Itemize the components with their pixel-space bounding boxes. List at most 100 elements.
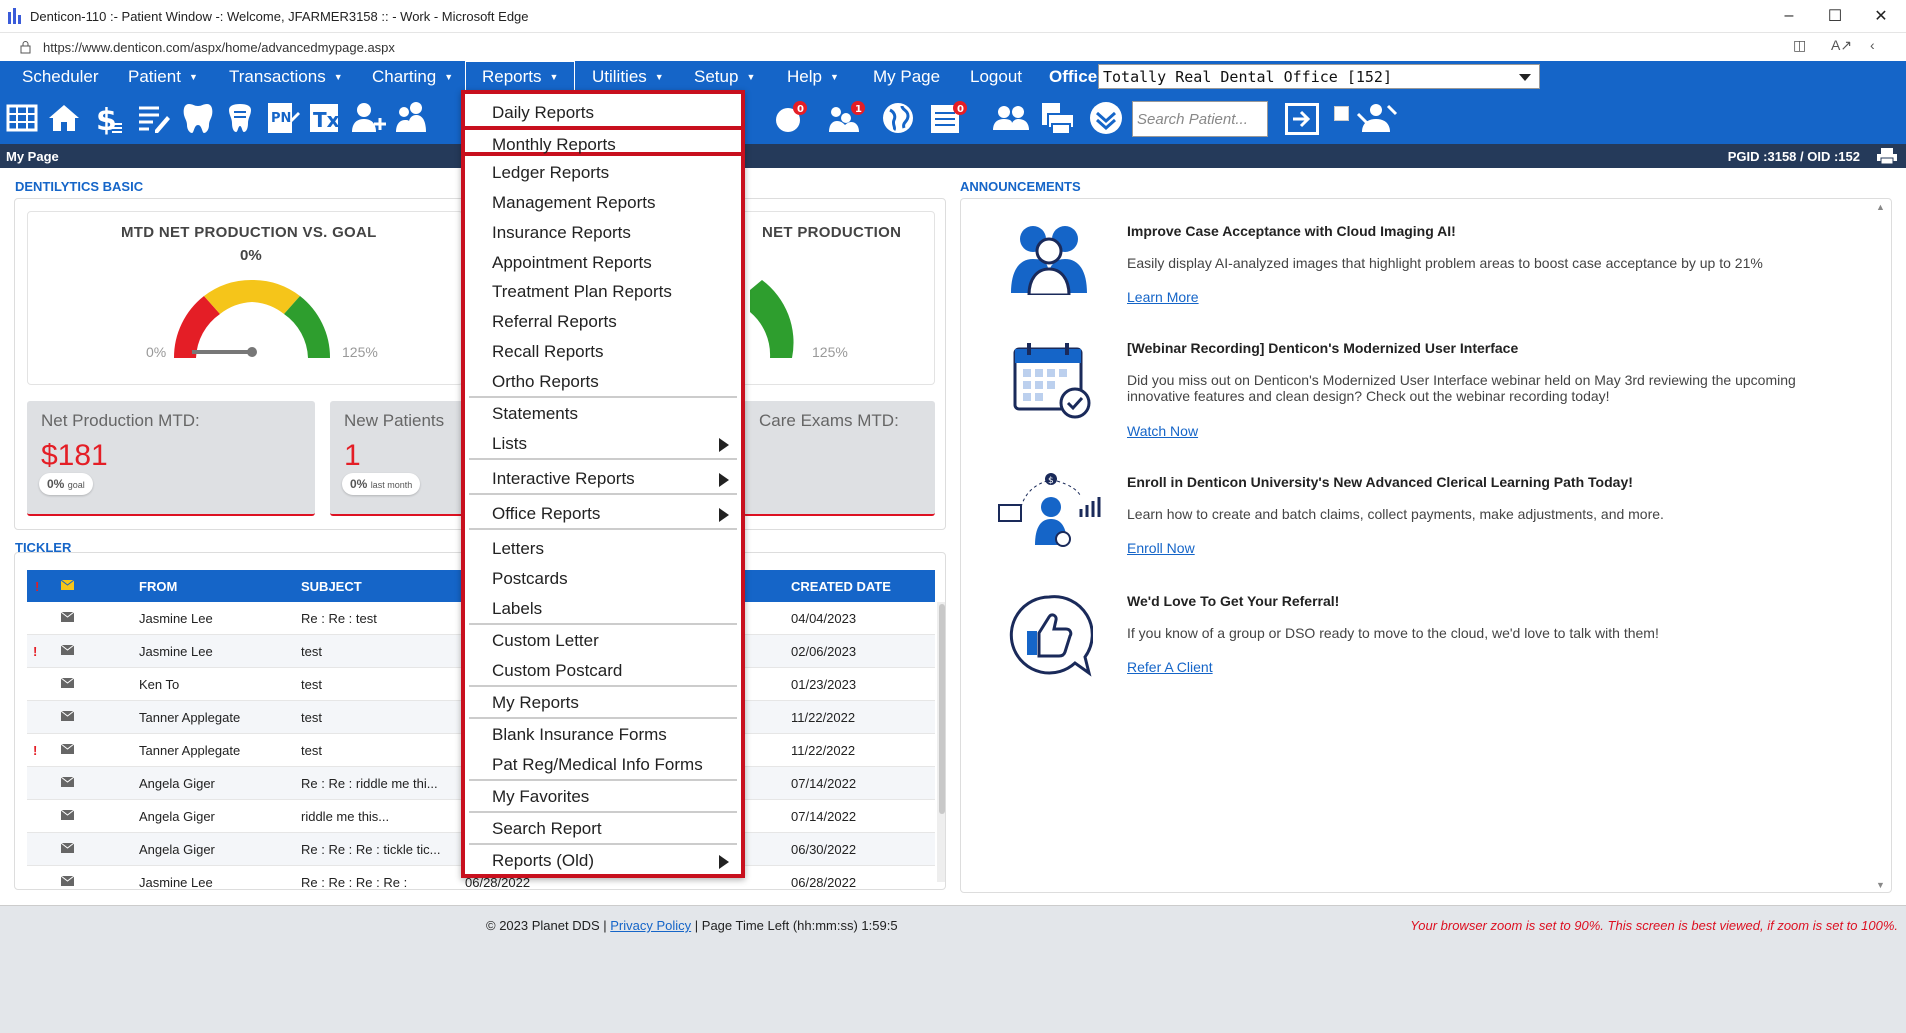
globe-icon[interactable] <box>880 100 916 136</box>
announcements-scrollbar[interactable]: ▲ ▼ <box>1872 200 1890 892</box>
office-select[interactable]: Totally Real Dental Office [152] <box>1098 64 1540 89</box>
menu-label: Help <box>787 66 822 86</box>
gauge-max: 125% <box>342 344 378 360</box>
progress-notes-icon[interactable]: PN <box>264 100 300 136</box>
menu-item-search-report[interactable]: Search Report <box>469 814 737 842</box>
cell-from: Ken To <box>139 677 180 692</box>
enroll-now-link[interactable]: Enroll Now <box>1127 540 1195 556</box>
patient-tools-icon[interactable] <box>1356 100 1398 136</box>
cell-created-date: 11/22/2022 <box>791 743 856 758</box>
maximize-button[interactable]: ☐ <box>1812 0 1858 32</box>
dentilytics-heading: DENTILYTICS BASIC <box>15 179 144 194</box>
privacy-policy-link[interactable]: Privacy Policy <box>610 918 691 933</box>
menu-item-blank-insurance-forms[interactable]: Blank Insurance Forms <box>469 720 737 748</box>
menu-setup[interactable]: Setup ▼ <box>694 61 755 92</box>
menu-item-custom-letter[interactable]: Custom Letter <box>469 626 737 654</box>
edit-list-icon[interactable] <box>136 100 172 136</box>
menu-item-daily-reports[interactable]: Daily Reports <box>469 98 737 126</box>
menu-utilities[interactable]: Utilities ▼ <box>592 61 664 92</box>
col-created-date[interactable]: CREATED DATE <box>791 579 891 594</box>
add-family-icon[interactable] <box>394 100 430 136</box>
schedule-list-icon[interactable]: 0 <box>928 100 967 136</box>
announcement-body: Easily display AI-analyzed images that h… <box>1127 255 1763 271</box>
menu-separator <box>469 396 737 398</box>
menu-item-recall-reports[interactable]: Recall Reports <box>469 337 737 365</box>
envelope-icon <box>61 678 74 688</box>
treatment-icon[interactable]: Tx <box>306 100 342 136</box>
scroll-down-icon[interactable]: ▼ <box>1876 880 1885 890</box>
tickler-scrollbar[interactable] <box>937 602 945 882</box>
tooth-chart-icon[interactable] <box>222 100 258 136</box>
menu-item-label: Ortho Reports <box>492 372 599 391</box>
cell-created-date: 06/28/2022 <box>791 875 857 890</box>
search-go-button[interactable] <box>1283 101 1321 137</box>
scroll-up-icon[interactable]: ▲ <box>1876 202 1885 212</box>
stat-label: Care Exams MTD: <box>759 411 899 430</box>
close-button[interactable]: ✕ <box>1858 0 1904 32</box>
menu-charting[interactable]: Charting ▼ <box>372 61 453 92</box>
menu-item-ledger-reports[interactable]: Ledger Reports <box>469 158 737 186</box>
address-bar[interactable]: https://www.denticon.com/aspx/home/advan… <box>0 32 1906 61</box>
menu-item-pat-reg-forms[interactable]: Pat Reg/Medical Info Forms <box>469 750 737 778</box>
menu-item-insurance-reports[interactable]: Insurance Reports <box>469 218 737 246</box>
cell-from: Jasmine Lee <box>139 644 213 659</box>
menu-item-appointment-reports[interactable]: Appointment Reports <box>469 248 737 276</box>
menu-item-treatment-plan-reports[interactable]: Treatment Plan Reports <box>469 277 737 305</box>
menu-reports[interactable]: Reports ▼ <box>465 61 576 92</box>
read-aloud-icon[interactable]: A↗ <box>1831 37 1852 54</box>
menu-item-statements[interactable]: Statements <box>469 399 737 427</box>
menu-logout[interactable]: Logout <box>970 61 1022 92</box>
menu-my-page[interactable]: My Page <box>873 61 940 92</box>
menu-help[interactable]: Help ▼ <box>787 61 839 92</box>
menu-item-postcards[interactable]: Postcards <box>469 564 737 592</box>
menu-item-ortho-reports[interactable]: Ortho Reports <box>469 367 737 395</box>
tooth-icon[interactable] <box>180 100 216 136</box>
envelope-col-icon[interactable] <box>61 580 74 590</box>
patient-alerts-icon[interactable]: 1 <box>826 100 865 136</box>
menu-item-lists[interactable]: Lists <box>469 429 737 457</box>
menu-item-label: Management Reports <box>492 193 656 212</box>
submenu-arrow-icon <box>719 855 729 869</box>
col-from[interactable]: FROM <box>139 579 177 594</box>
menu-item-my-reports[interactable]: My Reports <box>469 688 737 716</box>
cell-created-date: 07/14/2022 <box>791 809 857 824</box>
dollar-icon[interactable]: $ <box>90 100 126 136</box>
menu-item-referral-reports[interactable]: Referral Reports <box>469 307 737 335</box>
learn-more-link[interactable]: Learn More <box>1127 289 1199 305</box>
printer-icon[interactable] <box>1876 147 1898 165</box>
home-icon[interactable] <box>46 100 82 136</box>
search-patient-input[interactable]: Search Patient... <box>1132 101 1268 137</box>
menu-item-label: Labels <box>492 599 543 618</box>
url-text[interactable]: https://www.denticon.com/aspx/home/advan… <box>43 40 395 55</box>
menu-item-interactive-reports[interactable]: Interactive Reports <box>469 464 737 492</box>
menu-item-my-favorites[interactable]: My Favorites <box>469 782 737 810</box>
menu-item-labels[interactable]: Labels <box>469 594 737 622</box>
calendar-grid-icon[interactable] <box>4 100 40 136</box>
collections-icon[interactable]: ◫ <box>1793 37 1806 54</box>
chevron-circle-down-icon[interactable] <box>1088 100 1124 136</box>
add-patient-icon[interactable] <box>350 100 386 136</box>
cell-from: Angela Giger <box>139 809 215 824</box>
minimize-button[interactable]: – <box>1766 0 1812 32</box>
print-forms-icon[interactable] <box>1038 100 1075 136</box>
chevron-left-icon[interactable]: ‹ <box>1870 37 1875 53</box>
menu-item-management-reports[interactable]: Management Reports <box>469 188 737 216</box>
menu-scheduler[interactable]: Scheduler <box>22 61 99 92</box>
toolbar-checkbox[interactable] <box>1334 106 1349 121</box>
watch-now-link[interactable]: Watch Now <box>1127 423 1198 439</box>
svg-text:PN: PN <box>271 111 291 126</box>
col-subject[interactable]: SUBJECT <box>301 579 362 594</box>
notifications-icon[interactable]: 0 <box>770 100 807 136</box>
menu-item-monthly-reports[interactable]: Monthly Reports <box>461 126 745 156</box>
group-icon[interactable] <box>992 100 1029 136</box>
menu-item-office-reports[interactable]: Office Reports <box>469 499 737 527</box>
priority-col-icon[interactable]: ! <box>35 579 39 594</box>
menu-transactions[interactable]: Transactions ▼ <box>229 61 343 92</box>
menu-item-reports-old[interactable]: Reports (Old) <box>469 846 737 874</box>
refer-a-client-link[interactable]: Refer A Client <box>1127 659 1213 675</box>
menu-patient[interactable]: Patient ▼ <box>128 61 198 92</box>
cell-subject: riddle me this... <box>301 809 390 824</box>
menu-item-letters[interactable]: Letters <box>469 534 737 562</box>
cell-subject: test <box>301 710 322 725</box>
menu-item-custom-postcard[interactable]: Custom Postcard <box>469 656 737 684</box>
